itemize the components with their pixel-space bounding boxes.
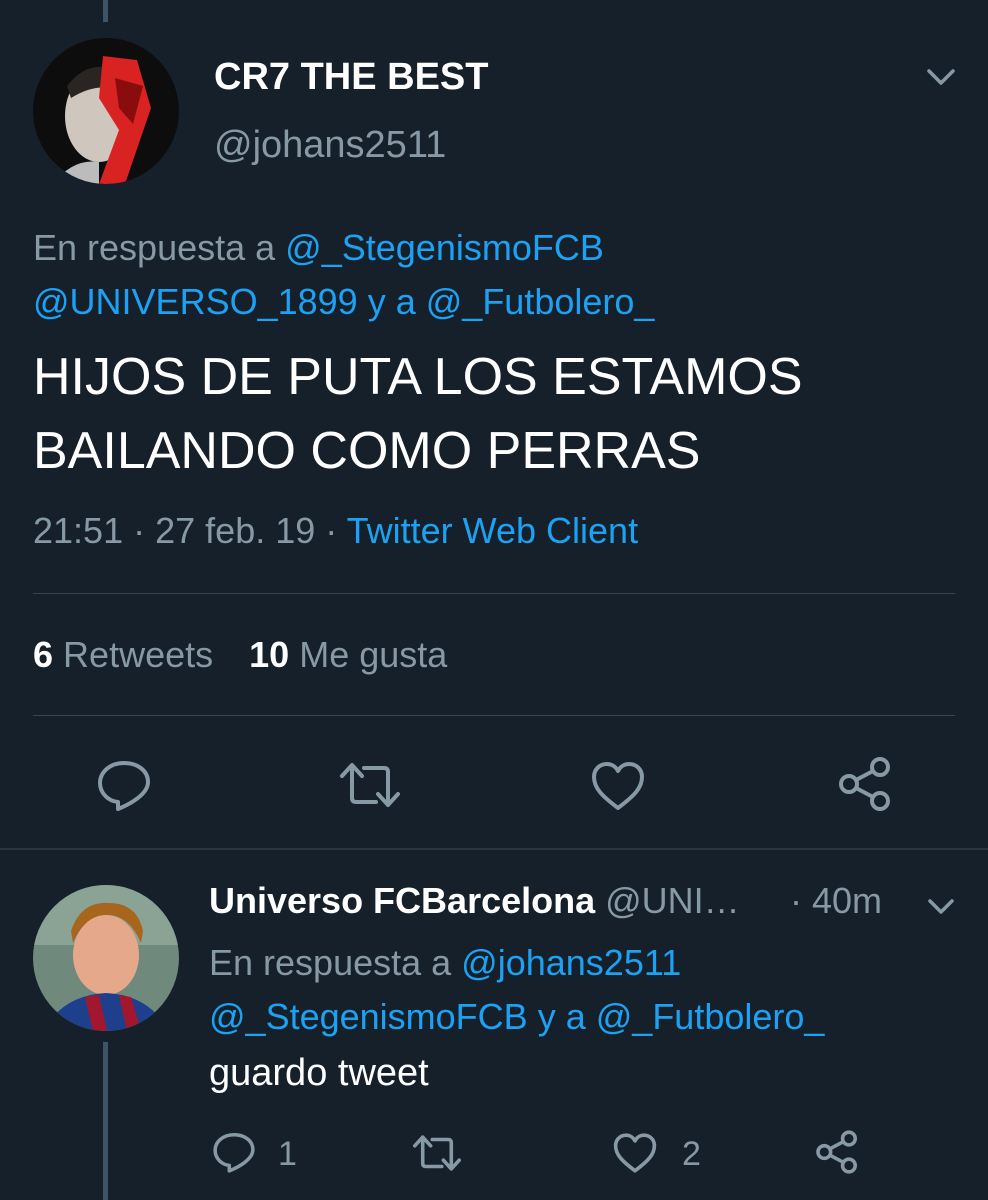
reply-icon[interactable] [212,1130,256,1174]
reply-prefix: En respuesta a [209,942,452,983]
mention-link[interactable]: @_Futbolero_ [426,281,655,322]
mention-link[interactable]: @_Futbolero_ [596,996,825,1037]
retweet-icon[interactable] [410,1133,464,1173]
tweet-stats: 6 Retweets 10 Me gusta [33,634,447,676]
avatar[interactable] [33,885,179,1031]
likes-stat[interactable]: 10 Me gusta [249,634,447,675]
tweet-text-line: BAILANDO COMO PERRAS [33,422,701,480]
reply-conjunction: y a [367,281,416,322]
tweet-date[interactable]: 27 feb. 19 [155,510,315,551]
likes-label: Me gusta [299,634,448,675]
chevron-down-icon[interactable] [925,64,957,90]
mention-link[interactable]: @UNIVERSO_1899 [33,281,358,322]
tweet-meta: 21:51 · 27 feb. 19 · Twitter Web Client [33,510,638,552]
mention-link[interactable]: @_StegenismoFCB [285,227,604,268]
like-count: 2 [682,1135,701,1173]
tweet-text: HIJOS DE PUTA LOS ESTAMOS BAILANDO COMO … [33,340,973,488]
chevron-down-icon[interactable] [926,895,956,917]
share-icon[interactable] [814,1129,860,1175]
tweet-text: guardo tweet [209,1052,429,1094]
likes-count: 10 [249,634,290,675]
tweet-text-line: HIJOS DE PUTA LOS ESTAMOS [33,348,803,406]
retweets-count: 6 [33,634,54,675]
mention-link[interactable]: @johans2511 [461,942,681,983]
reply-icon[interactable] [96,757,152,813]
tweet-age[interactable]: · 40m [790,880,882,922]
divider [33,715,955,716]
reply-count: 1 [278,1135,297,1173]
retweets-label: Retweets [63,634,214,675]
retweet-icon[interactable] [336,760,404,810]
reply-context: En respuesta a @_StegenismoFCB @UNIVERSO… [33,221,963,329]
divider [0,848,988,850]
mention-link[interactable]: @_StegenismoFCB [209,996,528,1037]
heart-icon[interactable] [612,1132,658,1174]
display-name[interactable]: CR7 THE BEST [214,56,488,99]
tweet-source[interactable]: Twitter Web Client [347,510,638,551]
heart-icon[interactable] [590,760,646,812]
divider [33,593,955,594]
avatar[interactable] [33,38,179,184]
reply-prefix: En respuesta a [33,227,276,268]
thread-line-bottom [103,1042,108,1200]
share-icon[interactable] [836,755,894,813]
reply-header: Universo FCBarcelona @UNI… [209,880,740,922]
retweets-stat[interactable]: 6 Retweets [33,634,223,675]
display-name[interactable]: Universo FCBarcelona [209,880,595,921]
meta-separator: · [325,510,338,551]
thread-line-top [103,0,108,22]
reply-conjunction: y a [537,996,586,1037]
meta-separator: · [133,510,146,551]
reply-context: En respuesta a @johans2511 @_StegenismoF… [209,936,969,1044]
user-handle[interactable]: @UNI… [605,880,740,921]
user-handle[interactable]: @johans2511 [214,124,446,167]
tweet-time[interactable]: 21:51 [33,510,123,551]
